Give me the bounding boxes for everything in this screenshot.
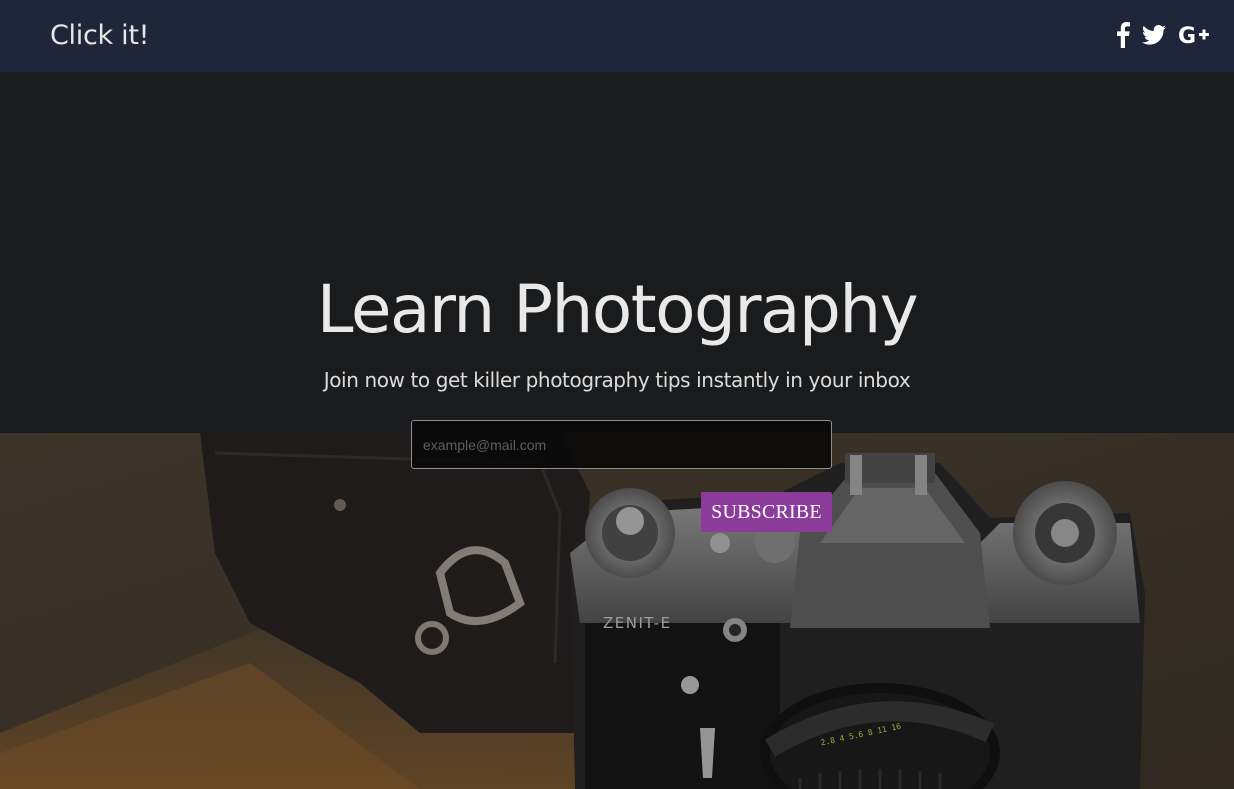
subscribe-button[interactable]: SUBSCRIBE bbox=[701, 492, 832, 532]
hero-title: Learn Photography bbox=[316, 271, 919, 348]
svg-text:G: G bbox=[1178, 24, 1196, 46]
google-plus-icon[interactable]: G bbox=[1178, 24, 1212, 51]
hero-subtitle: Join now to get killer photography tips … bbox=[323, 368, 911, 392]
hero-camera-photo: ZENIT-E 2.8 4 5.6 8 11 16 bbox=[0, 433, 1234, 789]
twitter-icon[interactable] bbox=[1142, 25, 1166, 50]
social-links: G bbox=[1116, 22, 1212, 53]
navbar: Click it! G bbox=[0, 0, 1234, 72]
brand-logo[interactable]: Click it! bbox=[50, 18, 149, 54]
facebook-icon[interactable] bbox=[1116, 22, 1130, 53]
email-input[interactable] bbox=[411, 420, 832, 469]
